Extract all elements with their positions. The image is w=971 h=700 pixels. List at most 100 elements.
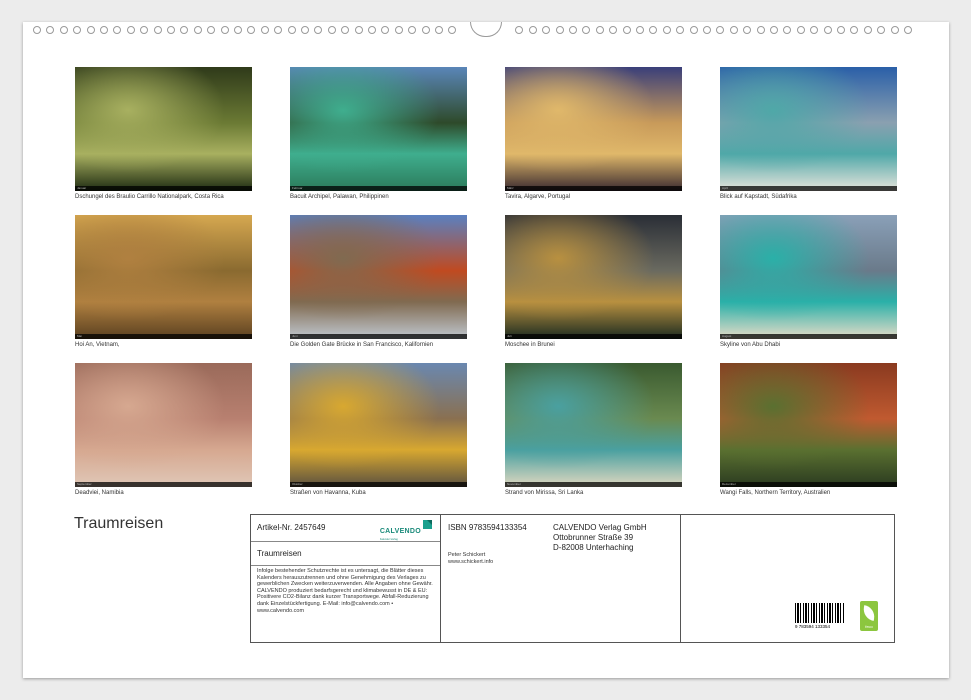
- photo-image: August: [720, 215, 897, 339]
- month-strip: März: [505, 186, 682, 191]
- photo-caption: Bacuit Archipel, Palawan, Philippinen: [290, 194, 389, 200]
- product-title: Traumreisen: [257, 549, 302, 558]
- binding-ring-icon: [515, 26, 524, 34]
- binding-ring-icon: [569, 26, 577, 34]
- binding-ring-icon: [220, 26, 229, 34]
- photo-caption: Skyline von Abu Dhabi: [720, 342, 781, 348]
- binding-ring-icon: [810, 26, 819, 34]
- photo-image: Dezember: [720, 363, 897, 487]
- barcode: 9 783594 133354: [795, 603, 847, 629]
- photo-caption: Wangi Falls, Northern Territory, Austral…: [720, 490, 831, 496]
- publisher-city: D-82008 Unterhaching: [553, 543, 634, 552]
- info-column-publisher: ISBN 9783594133354 CALVENDO Verlag GmbH …: [441, 515, 681, 642]
- photo-image: Januar: [75, 67, 252, 191]
- binding-ring-icon: [247, 26, 256, 34]
- binding-ring-icon: [689, 26, 698, 34]
- photo-caption: Hoi An, Vietnam,: [75, 342, 120, 348]
- info-column-barcode: 9 783594 133354 feco: [682, 515, 894, 642]
- month-strip: Juli: [505, 334, 682, 339]
- month-label: Mai: [77, 334, 82, 338]
- binding-ring-icon: [260, 26, 269, 34]
- month-label: April: [722, 186, 729, 190]
- month-strip: Januar: [75, 186, 252, 191]
- photo-caption: Tavira, Algarve, Portugal: [505, 194, 571, 200]
- month-label: März: [507, 186, 514, 190]
- month-strip: September: [75, 482, 252, 487]
- photo-tile: März Tavira, Algarve, Portugal: [505, 67, 682, 201]
- binding-ring-icon: [877, 26, 886, 34]
- binding-ring-icon: [622, 26, 631, 34]
- legal-text: Infolge bestehender Schutzrechte ist es …: [257, 568, 433, 614]
- binding-ring-icon: [904, 26, 912, 34]
- binding-ring-icon: [770, 26, 778, 34]
- author-name: Peter Schickert: [448, 552, 486, 558]
- binding-ring-icon: [33, 26, 41, 34]
- binding-ring-icon: [301, 26, 309, 34]
- isbn: ISBN 9783594133354: [448, 523, 527, 532]
- month-strip: Februar: [290, 186, 467, 191]
- binding-ring-icon: [823, 26, 832, 34]
- binding-ring-icon: [140, 26, 149, 34]
- author-block: Peter Schickert www.schickert.info: [448, 552, 493, 565]
- binding-ring-icon: [408, 26, 417, 34]
- month-label: Juli: [507, 334, 512, 338]
- photo-tile: November Strand von Mirissa, Sri Lanka: [505, 363, 682, 497]
- calendar-title: Traumreisen: [74, 515, 164, 532]
- binding-ring-icon: [59, 26, 68, 34]
- photo-tile: Dezember Wangi Falls, Northern Territory,…: [720, 363, 897, 497]
- photo-tile: Juli Moschee in Brunei: [505, 215, 682, 349]
- month-label: August: [722, 334, 732, 338]
- month-label: Dezember: [722, 482, 736, 486]
- publisher-address: CALVENDO Verlag GmbH Ottobrunner Straße …: [553, 523, 647, 553]
- photo-tile: Mai Hoi An, Vietnam,: [75, 215, 252, 349]
- photo-caption: Strand von Mirissa, Sri Lanka: [505, 490, 584, 496]
- binding-ring-icon: [368, 26, 376, 34]
- binding-ring-icon: [729, 26, 738, 34]
- photo-caption: Blick auf Kapstadt, Südafrika: [720, 194, 797, 200]
- binding-ring-icon: [636, 26, 644, 34]
- photo-tile: August Skyline von Abu Dhabi: [720, 215, 897, 349]
- binding-ring-icon: [100, 26, 108, 34]
- month-strip: Dezember: [720, 482, 897, 487]
- binding-ring-icon: [595, 26, 604, 34]
- binding-ring-icon: [890, 26, 899, 34]
- article-row: Artikel-Nr. 2457649 CALVENDO Kalender-Ve…: [251, 515, 440, 542]
- binding-ring-icon: [86, 26, 95, 34]
- binding-ring-icon: [180, 26, 189, 34]
- photo-tile: April Blick auf Kapstadt, Südafrika: [720, 67, 897, 201]
- binding-ring-icon: [126, 26, 135, 34]
- binding-ring-icon: [46, 26, 55, 34]
- binding-ring-icon: [207, 26, 216, 34]
- photo-image: März: [505, 67, 682, 191]
- photo-caption: Dschungel des Braulio Carrillo Nationalp…: [75, 194, 224, 200]
- binding-ring-icon: [676, 26, 685, 34]
- binding-ring-icon: [421, 26, 430, 34]
- photo-image: Mai: [75, 215, 252, 339]
- binding-ring-icon: [113, 26, 122, 34]
- binding-ring-icon: [167, 26, 175, 34]
- binding-ring-icon: [582, 26, 591, 34]
- info-column-article: Artikel-Nr. 2457649 CALVENDO Kalender-Ve…: [251, 515, 441, 642]
- barcode-bars-icon: [795, 603, 845, 623]
- binding-ring-icon: [435, 26, 443, 34]
- binding-ring-icon: [743, 26, 752, 34]
- photo-image: Juli: [505, 215, 682, 339]
- photo-image: Februar: [290, 67, 467, 191]
- photo-image: April: [720, 67, 897, 191]
- binding-ring-icon: [555, 26, 564, 34]
- eco-label-text: feco: [865, 624, 873, 629]
- photo-tile: Juni Die Golden Gate Brücke in San Franci…: [290, 215, 467, 349]
- binding-ring-icon: [287, 26, 296, 34]
- binding-ring-icon: [274, 26, 283, 34]
- calendar-back-page: Januar Dschungel des Braulio Carrillo Nat…: [23, 22, 949, 678]
- month-label: Februar: [292, 186, 303, 190]
- month-label: Oktober: [292, 482, 303, 486]
- photo-caption: Deadviei, Namibia: [75, 490, 124, 496]
- month-strip: November: [505, 482, 682, 487]
- barcode-number: 9 783594 133354: [795, 624, 831, 629]
- binding-ring-icon: [381, 26, 390, 34]
- binding-ring-icon: [609, 26, 618, 34]
- month-strip: April: [720, 186, 897, 191]
- photo-caption: Straßen von Havanna, Kuba: [290, 490, 366, 496]
- binding-ring-icon: [756, 26, 765, 34]
